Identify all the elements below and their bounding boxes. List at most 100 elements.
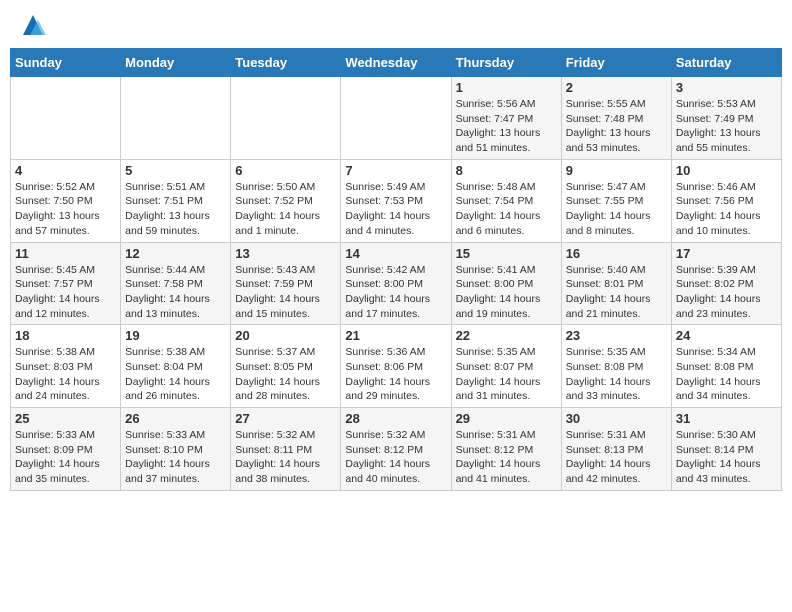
day-number: 1 <box>456 80 557 95</box>
day-info: Sunrise: 5:31 AM Sunset: 8:13 PM Dayligh… <box>566 428 667 487</box>
day-number: 7 <box>345 163 446 178</box>
day-info: Sunrise: 5:35 AM Sunset: 8:07 PM Dayligh… <box>456 345 557 404</box>
calendar-cell: 31 Sunrise: 5:30 AM Sunset: 8:14 PM Dayli… <box>671 408 781 491</box>
calendar-cell: 15 Sunrise: 5:41 AM Sunset: 8:00 PM Dayli… <box>451 242 561 325</box>
day-number: 31 <box>676 411 777 426</box>
day-info: Sunrise: 5:56 AM Sunset: 7:47 PM Dayligh… <box>456 97 557 156</box>
calendar-cell: 19 Sunrise: 5:38 AM Sunset: 8:04 PM Dayli… <box>121 325 231 408</box>
logo <box>14 10 48 40</box>
calendar-cell: 11Sunrise: 5:45 AM Sunset: 7:57 PM Dayli… <box>11 242 121 325</box>
calendar-cell: 1 Sunrise: 5:56 AM Sunset: 7:47 PM Daylig… <box>451 77 561 160</box>
calendar-cell: 20 Sunrise: 5:37 AM Sunset: 8:05 PM Dayli… <box>231 325 341 408</box>
day-number: 3 <box>676 80 777 95</box>
day-number: 22 <box>456 328 557 343</box>
day-info: Sunrise: 5:42 AM Sunset: 8:00 PM Dayligh… <box>345 263 446 322</box>
calendar-cell: 16 Sunrise: 5:40 AM Sunset: 8:01 PM Dayli… <box>561 242 671 325</box>
day-info: Sunrise: 5:52 AM Sunset: 7:50 PM Dayligh… <box>15 180 116 239</box>
page-header <box>10 10 782 40</box>
day-info: Sunrise: 5:53 AM Sunset: 7:49 PM Dayligh… <box>676 97 777 156</box>
calendar-cell: 14 Sunrise: 5:42 AM Sunset: 8:00 PM Dayli… <box>341 242 451 325</box>
calendar-cell: 26 Sunrise: 5:33 AM Sunset: 8:10 PM Dayli… <box>121 408 231 491</box>
day-number: 2 <box>566 80 667 95</box>
calendar-cell: 18 Sunrise: 5:38 AM Sunset: 8:03 PM Dayli… <box>11 325 121 408</box>
day-info: Sunrise: 5:38 AM Sunset: 8:03 PM Dayligh… <box>15 345 116 404</box>
calendar-cell: 25 Sunrise: 5:33 AM Sunset: 8:09 PM Dayli… <box>11 408 121 491</box>
day-info: Sunrise: 5:47 AM Sunset: 7:55 PM Dayligh… <box>566 180 667 239</box>
day-number: 19 <box>125 328 226 343</box>
day-info: Sunrise: 5:35 AM Sunset: 8:08 PM Dayligh… <box>566 345 667 404</box>
calendar-cell: 28Sunrise: 5:32 AM Sunset: 8:12 PM Dayli… <box>341 408 451 491</box>
day-info: Sunrise: 5:33 AM Sunset: 8:09 PM Dayligh… <box>15 428 116 487</box>
week-row-4: 18 Sunrise: 5:38 AM Sunset: 8:03 PM Dayli… <box>11 325 782 408</box>
calendar-cell: 12 Sunrise: 5:44 AM Sunset: 7:58 PM Dayli… <box>121 242 231 325</box>
day-header-sunday: Sunday <box>11 49 121 77</box>
day-number: 18 <box>15 328 116 343</box>
week-row-3: 11Sunrise: 5:45 AM Sunset: 7:57 PM Dayli… <box>11 242 782 325</box>
day-number: 12 <box>125 246 226 261</box>
day-number: 6 <box>235 163 336 178</box>
calendar-cell: 22 Sunrise: 5:35 AM Sunset: 8:07 PM Dayli… <box>451 325 561 408</box>
day-info: Sunrise: 5:43 AM Sunset: 7:59 PM Dayligh… <box>235 263 336 322</box>
day-info: Sunrise: 5:55 AM Sunset: 7:48 PM Dayligh… <box>566 97 667 156</box>
week-row-5: 25 Sunrise: 5:33 AM Sunset: 8:09 PM Dayli… <box>11 408 782 491</box>
day-number: 26 <box>125 411 226 426</box>
day-info: Sunrise: 5:30 AM Sunset: 8:14 PM Dayligh… <box>676 428 777 487</box>
calendar-cell: 2 Sunrise: 5:55 AM Sunset: 7:48 PM Daylig… <box>561 77 671 160</box>
calendar-cell: 27Sunrise: 5:32 AM Sunset: 8:11 PM Dayli… <box>231 408 341 491</box>
calendar-cell: 30 Sunrise: 5:31 AM Sunset: 8:13 PM Dayli… <box>561 408 671 491</box>
day-info: Sunrise: 5:48 AM Sunset: 7:54 PM Dayligh… <box>456 180 557 239</box>
day-info: Sunrise: 5:34 AM Sunset: 8:08 PM Dayligh… <box>676 345 777 404</box>
calendar-cell: 10 Sunrise: 5:46 AM Sunset: 7:56 PM Dayli… <box>671 159 781 242</box>
day-info: Sunrise: 5:41 AM Sunset: 8:00 PM Dayligh… <box>456 263 557 322</box>
calendar-cell: 21Sunrise: 5:36 AM Sunset: 8:06 PM Dayli… <box>341 325 451 408</box>
day-number: 20 <box>235 328 336 343</box>
day-number: 16 <box>566 246 667 261</box>
calendar-cell: 17 Sunrise: 5:39 AM Sunset: 8:02 PM Dayli… <box>671 242 781 325</box>
day-info: Sunrise: 5:32 AM Sunset: 8:12 PM Dayligh… <box>345 428 446 487</box>
day-info: Sunrise: 5:49 AM Sunset: 7:53 PM Dayligh… <box>345 180 446 239</box>
day-number: 13 <box>235 246 336 261</box>
calendar-table: SundayMondayTuesdayWednesdayThursdayFrid… <box>10 48 782 491</box>
calendar-cell: 23Sunrise: 5:35 AM Sunset: 8:08 PM Dayli… <box>561 325 671 408</box>
day-info: Sunrise: 5:50 AM Sunset: 7:52 PM Dayligh… <box>235 180 336 239</box>
day-number: 10 <box>676 163 777 178</box>
day-header-wednesday: Wednesday <box>341 49 451 77</box>
calendar-cell: 24 Sunrise: 5:34 AM Sunset: 8:08 PM Dayli… <box>671 325 781 408</box>
calendar-cell: 3 Sunrise: 5:53 AM Sunset: 7:49 PM Daylig… <box>671 77 781 160</box>
day-info: Sunrise: 5:40 AM Sunset: 8:01 PM Dayligh… <box>566 263 667 322</box>
week-row-2: 4Sunrise: 5:52 AM Sunset: 7:50 PM Daylig… <box>11 159 782 242</box>
day-number: 25 <box>15 411 116 426</box>
calendar-cell: 4Sunrise: 5:52 AM Sunset: 7:50 PM Daylig… <box>11 159 121 242</box>
day-number: 30 <box>566 411 667 426</box>
day-info: Sunrise: 5:46 AM Sunset: 7:56 PM Dayligh… <box>676 180 777 239</box>
day-info: Sunrise: 5:31 AM Sunset: 8:12 PM Dayligh… <box>456 428 557 487</box>
day-number: 15 <box>456 246 557 261</box>
day-number: 8 <box>456 163 557 178</box>
calendar-cell: 7 Sunrise: 5:49 AM Sunset: 7:53 PM Daylig… <box>341 159 451 242</box>
day-info: Sunrise: 5:45 AM Sunset: 7:57 PM Dayligh… <box>15 263 116 322</box>
day-info: Sunrise: 5:37 AM Sunset: 8:05 PM Dayligh… <box>235 345 336 404</box>
calendar-cell <box>11 77 121 160</box>
day-number: 21 <box>345 328 446 343</box>
day-number: 9 <box>566 163 667 178</box>
calendar-cell: 13 Sunrise: 5:43 AM Sunset: 7:59 PM Dayli… <box>231 242 341 325</box>
header-row: SundayMondayTuesdayWednesdayThursdayFrid… <box>11 49 782 77</box>
day-info: Sunrise: 5:44 AM Sunset: 7:58 PM Dayligh… <box>125 263 226 322</box>
week-row-1: 1 Sunrise: 5:56 AM Sunset: 7:47 PM Daylig… <box>11 77 782 160</box>
day-number: 17 <box>676 246 777 261</box>
day-number: 29 <box>456 411 557 426</box>
day-info: Sunrise: 5:39 AM Sunset: 8:02 PM Dayligh… <box>676 263 777 322</box>
day-header-tuesday: Tuesday <box>231 49 341 77</box>
day-info: Sunrise: 5:32 AM Sunset: 8:11 PM Dayligh… <box>235 428 336 487</box>
calendar-cell: 29 Sunrise: 5:31 AM Sunset: 8:12 PM Dayli… <box>451 408 561 491</box>
calendar-cell: 5Sunrise: 5:51 AM Sunset: 7:51 PM Daylig… <box>121 159 231 242</box>
day-number: 14 <box>345 246 446 261</box>
day-header-monday: Monday <box>121 49 231 77</box>
day-number: 24 <box>676 328 777 343</box>
day-info: Sunrise: 5:38 AM Sunset: 8:04 PM Dayligh… <box>125 345 226 404</box>
day-header-saturday: Saturday <box>671 49 781 77</box>
calendar-cell: 6 Sunrise: 5:50 AM Sunset: 7:52 PM Daylig… <box>231 159 341 242</box>
calendar-cell: 8 Sunrise: 5:48 AM Sunset: 7:54 PM Daylig… <box>451 159 561 242</box>
day-info: Sunrise: 5:33 AM Sunset: 8:10 PM Dayligh… <box>125 428 226 487</box>
day-number: 5 <box>125 163 226 178</box>
